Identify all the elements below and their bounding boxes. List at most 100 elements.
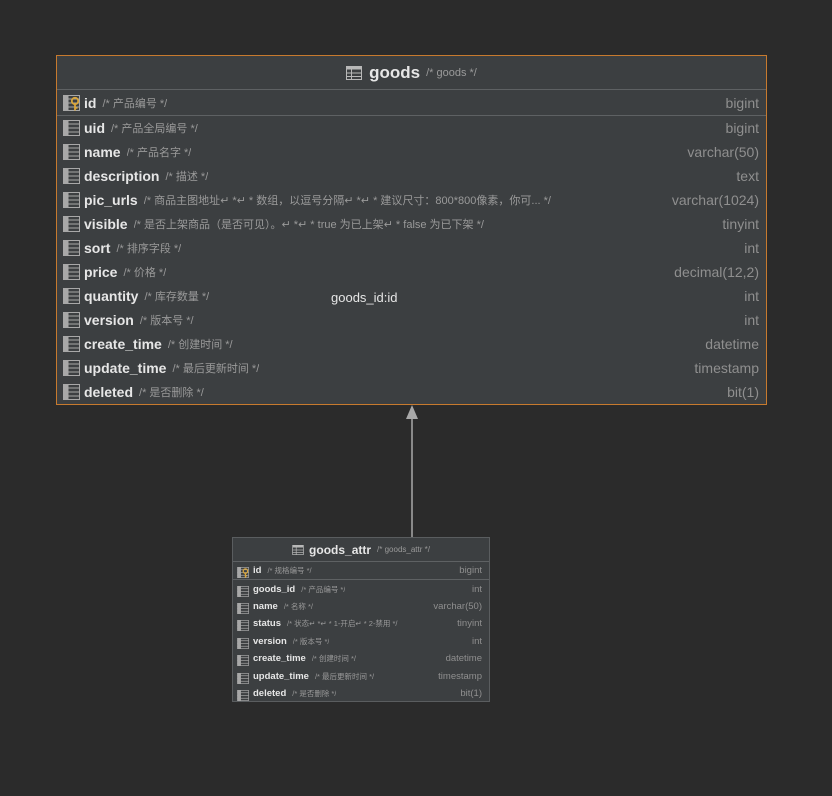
- column-comment: /* 状态↵ *↵ * 1-开启↵ * 2-禁用 */: [286, 619, 398, 629]
- column-type: bigint: [459, 565, 482, 577]
- column-name: id: [84, 94, 97, 111]
- column-type: int: [744, 240, 759, 256]
- column-icon: [63, 120, 80, 136]
- column-row-deleted[interactable]: deleted /* 是否删除 */ bit(1): [233, 685, 489, 702]
- column-type: tinyint: [457, 618, 482, 630]
- column-type: datetime: [705, 336, 759, 352]
- column-icon: [63, 144, 80, 160]
- column-row-version[interactable]: version /* 版本号 */ int: [233, 633, 489, 650]
- column-icon: [63, 336, 80, 352]
- column-icon: [237, 601, 249, 614]
- column-comment: /* 版本号 */: [292, 636, 330, 646]
- column-comment: /* 商品主图地址↵ *↵ * 数组，以逗号分隔↵ *↵ * 建议尺寸：800*…: [143, 195, 551, 207]
- table-header[interactable]: goods /* goods */: [57, 56, 766, 90]
- column-name: price: [84, 264, 118, 280]
- primary-key-icon: [63, 94, 80, 111]
- column-row-create-time[interactable]: create_time /* 创建时间 */ datetime: [57, 332, 766, 356]
- column-row-name[interactable]: name /* 产品名字 */ varchar(50): [57, 140, 766, 164]
- column-type: int: [471, 583, 482, 595]
- column-type: bigint: [725, 94, 759, 111]
- column-name: create_time: [84, 336, 162, 352]
- column-name: create_time: [253, 653, 306, 665]
- column-icon: [237, 618, 249, 632]
- column-type: timestamp: [438, 670, 482, 682]
- column-comment: /* 创建时间 */: [167, 339, 233, 351]
- table-header[interactable]: goods_attr /* goods_attr */: [233, 538, 489, 562]
- column-row-version[interactable]: version /* 版本号 */ int: [57, 308, 766, 332]
- column-comment: /* 是否删除 */: [139, 387, 204, 399]
- column-name: version: [84, 312, 134, 328]
- column-row-update-time[interactable]: update_time /* 最后更新时间 */ timestamp: [233, 667, 489, 684]
- column-comment: /* 最后更新时间 */: [172, 363, 260, 375]
- column-type: int: [744, 288, 759, 304]
- column-row-sort[interactable]: sort /* 排序字段 */ int: [57, 236, 766, 260]
- column-comment: /* 版本号 */: [139, 315, 194, 327]
- column-row-update-time[interactable]: update_time /* 最后更新时间 */ timestamp: [57, 356, 766, 380]
- column-type: bit(1): [727, 384, 759, 400]
- column-icon: [63, 264, 80, 280]
- column-comment: /* 产品编号 */: [301, 584, 346, 594]
- column-row-id[interactable]: id /* 产品编号 */ bigint: [57, 90, 766, 116]
- column-comment: /* 是否删除 */: [292, 688, 337, 698]
- column-row-quantity[interactable]: quantity /* 库存数量 */ int: [57, 284, 766, 308]
- column-icon: [237, 636, 249, 649]
- column-name: update_time: [253, 670, 309, 682]
- column-row-id[interactable]: id /* 规格编号 */ bigint: [233, 562, 489, 581]
- column-name: uid: [84, 120, 105, 136]
- column-type: text: [736, 168, 759, 184]
- column-type: bigint: [725, 120, 759, 136]
- table-goods-attr[interactable]: goods_attr /* goods_attr */ id /* 规格编号 */…: [232, 537, 490, 702]
- column-type: datetime: [445, 653, 482, 665]
- column-icon: [63, 216, 80, 232]
- column-type: int: [471, 635, 482, 647]
- column-type: tinyint: [722, 216, 759, 232]
- column-row-uid[interactable]: uid /* 产品全局编号 */ bigint: [57, 116, 766, 140]
- column-comment: /* 名称 */: [283, 601, 314, 611]
- column-type: varchar(1024): [671, 192, 759, 208]
- column-row-pic-urls[interactable]: pic_urls /* 商品主图地址↵ *↵ * 数组，以逗号分隔↵ *↵ * 建…: [57, 188, 766, 212]
- column-name: version: [253, 635, 287, 647]
- column-comment: /* 最后更新时间 */: [314, 671, 375, 681]
- column-comment: /* 价格 */: [123, 267, 167, 279]
- column-name: name: [253, 600, 278, 612]
- column-row-name[interactable]: name /* 名称 */ varchar(50): [233, 598, 489, 615]
- column-icon: [63, 360, 80, 376]
- column-row-description[interactable]: description /* 描述 */ text: [57, 164, 766, 188]
- column-row-deleted[interactable]: deleted /* 是否删除 */ bit(1): [57, 380, 766, 404]
- column-type: bit(1): [460, 687, 482, 699]
- column-icon: [237, 688, 249, 701]
- column-icon: [237, 671, 249, 684]
- column-type: decimal(12,2): [674, 264, 759, 280]
- column-list: id /* 规格编号 */ bigint goods_id /* 产品编号 */ int n…: [233, 562, 489, 702]
- column-comment: /* 规格编号 */: [267, 566, 312, 576]
- column-row-price[interactable]: price /* 价格 */ decimal(12,2): [57, 260, 766, 284]
- column-type: int: [744, 312, 759, 328]
- column-type: timestamp: [694, 360, 759, 376]
- column-row-visible[interactable]: visible /* 是否上架商品（是否可见）。↵ *↵ * true 为已上架↵…: [57, 212, 766, 236]
- column-name: deleted: [253, 687, 287, 699]
- column-icon: [63, 168, 80, 184]
- column-icon: [63, 288, 80, 304]
- table-icon: [346, 65, 363, 80]
- table-comment: /* goods */: [426, 66, 477, 79]
- column-name: id: [253, 565, 262, 577]
- column-row-create-time[interactable]: create_time /* 创建时间 */ datetime: [233, 650, 489, 667]
- column-comment: /* 产品编号 */: [102, 97, 168, 110]
- column-name: quantity: [84, 288, 139, 304]
- relation-label: goods_id:id: [331, 290, 398, 305]
- column-icon: [237, 584, 249, 597]
- column-icon: [63, 384, 80, 400]
- column-comment: /* 产品名字 */: [126, 147, 192, 159]
- column-list: id /* 产品编号 */ bigint uid /* 产品全局编号 */ bigint n…: [57, 90, 766, 404]
- column-row-status[interactable]: status /* 状态↵ *↵ * 1-开启↵ * 2-禁用 */ tinyint: [233, 615, 489, 632]
- column-name: sort: [84, 240, 111, 256]
- column-name: description: [84, 168, 160, 184]
- column-comment: /* 产品全局编号 */: [111, 123, 198, 135]
- column-name: visible: [84, 216, 128, 232]
- column-name: goods_id: [253, 583, 296, 595]
- column-name: update_time: [84, 360, 167, 376]
- column-name: name: [84, 144, 121, 160]
- table-goods[interactable]: goods /* goods */ id /* 产品编号 */ bigint uid /…: [56, 55, 767, 405]
- column-type: varchar(50): [433, 600, 482, 612]
- column-row-goods-id[interactable]: goods_id /* 产品编号 */ int: [233, 580, 489, 597]
